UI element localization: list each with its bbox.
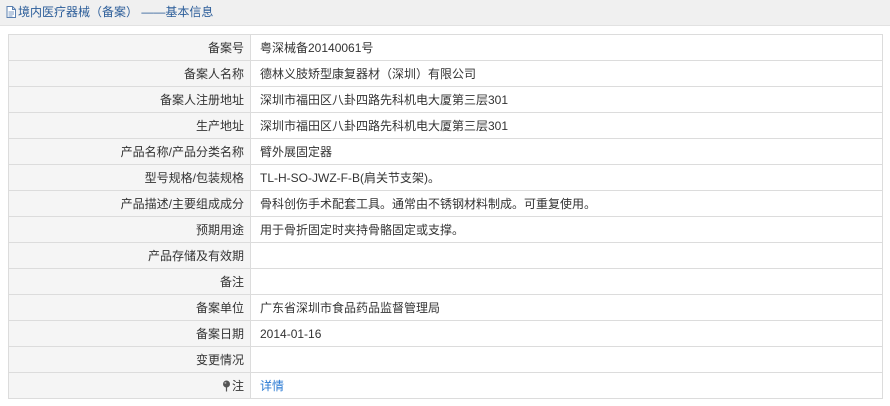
table-row: 产品存储及有效期 — [8, 242, 883, 269]
row-value — [250, 346, 883, 373]
row-value: 粤深械备20140061号 — [250, 34, 883, 61]
row-label: 备案号 — [8, 34, 251, 61]
details-link[interactable]: 详情 — [260, 379, 284, 393]
note-value-cell: 详情 — [250, 372, 883, 399]
row-label: 备注 — [8, 268, 251, 295]
row-label: 型号规格/包装规格 — [8, 164, 251, 191]
table-row: 型号规格/包装规格 TL-H-SO-JWZ-F-B(肩关节支架)。 — [8, 164, 883, 191]
row-label: 预期用途 — [8, 216, 251, 243]
row-value: 用于骨折固定时夹持骨骼固定或支撑。 — [250, 216, 883, 243]
row-value: 臂外展固定器 — [250, 138, 883, 165]
table-row: 备案单位 广东省深圳市食品药品监督管理局 — [8, 294, 883, 321]
document-icon — [6, 6, 16, 18]
row-value: 德林义肢矫型康复器材（深圳）有限公司 — [250, 60, 883, 87]
table-row: 预期用途 用于骨折固定时夹持骨骼固定或支撑。 — [8, 216, 883, 243]
row-label: 备案日期 — [8, 320, 251, 347]
table-row: 产品描述/主要组成成分 骨科创伤手术配套工具。通常由不锈钢材料制成。可重复使用。 — [8, 190, 883, 217]
row-value: 深圳市福田区八卦四路先科机电大厦第三层301 — [250, 86, 883, 113]
row-value: 广东省深圳市食品药品监督管理局 — [250, 294, 883, 321]
page-title: 境内医疗器械（备案） ——基本信息 — [18, 5, 214, 19]
row-value — [250, 242, 883, 269]
row-label: 备案单位 — [8, 294, 251, 321]
pin-icon — [222, 380, 230, 391]
row-value: 深圳市福田区八卦四路先科机电大厦第三层301 — [250, 112, 883, 139]
table-row: 产品名称/产品分类名称 臂外展固定器 — [8, 138, 883, 165]
row-value: 2014-01-16 — [250, 320, 883, 347]
row-value — [250, 268, 883, 295]
note-label-cell: 注 — [8, 372, 251, 399]
page-header: 境内医疗器械（备案） ——基本信息 — [0, 0, 890, 26]
row-label: 备案人名称 — [8, 60, 251, 87]
row-label: 备案人注册地址 — [8, 86, 251, 113]
note-row: 注 详情 — [8, 372, 883, 399]
table-row: 生产地址 深圳市福田区八卦四路先科机电大厦第三层301 — [8, 112, 883, 139]
row-label: 产品名称/产品分类名称 — [8, 138, 251, 165]
info-table: 备案号 粤深械备20140061号 备案人名称 德林义肢矫型康复器材（深圳）有限… — [8, 34, 883, 399]
note-label: 注 — [231, 378, 244, 393]
row-label: 产品描述/主要组成成分 — [8, 190, 251, 217]
row-value: TL-H-SO-JWZ-F-B(肩关节支架)。 — [250, 164, 883, 191]
table-row: 备案号 粤深械备20140061号 — [8, 34, 883, 61]
row-value: 骨科创伤手术配套工具。通常由不锈钢材料制成。可重复使用。 — [250, 190, 883, 217]
table-row: 备案人名称 德林义肢矫型康复器材（深圳）有限公司 — [8, 60, 883, 87]
row-label: 变更情况 — [8, 346, 251, 373]
table-row: 备案日期 2014-01-16 — [8, 320, 883, 347]
table-row: 变更情况 — [8, 346, 883, 373]
table-row: 备案人注册地址 深圳市福田区八卦四路先科机电大厦第三层301 — [8, 86, 883, 113]
table-row: 备注 — [8, 268, 883, 295]
row-label: 生产地址 — [8, 112, 251, 139]
row-label: 产品存储及有效期 — [8, 242, 251, 269]
